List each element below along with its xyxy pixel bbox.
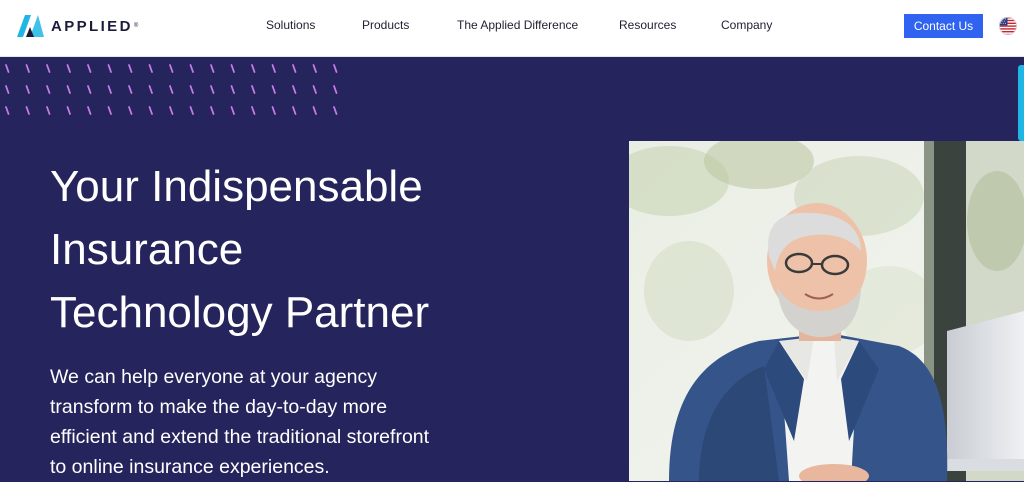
- brand-trademark: ®: [133, 23, 139, 29]
- pattern-dash: [87, 64, 92, 73]
- pattern-dash: [66, 85, 71, 94]
- pattern-dash: [292, 64, 297, 73]
- nav-company[interactable]: Company: [721, 18, 772, 32]
- pattern-dash: [148, 85, 153, 94]
- pattern-dash: [292, 106, 297, 115]
- pattern-dash: [312, 85, 317, 94]
- hero-description-line: We can help everyone at your agency: [50, 366, 378, 388]
- contact-us-button[interactable]: Contact Us: [904, 14, 983, 38]
- smiling-businessman-photo: [629, 141, 1024, 481]
- hero-title: Your Indispensable Insurance Technology …: [50, 155, 570, 344]
- pattern-dash: [87, 85, 92, 94]
- pattern-dash: [66, 64, 71, 73]
- pattern-dash: [46, 85, 51, 94]
- pattern-dash: [292, 85, 297, 94]
- pattern-dash: [271, 64, 276, 73]
- pattern-dash: [230, 64, 235, 73]
- pattern-dash: [251, 64, 256, 73]
- pattern-dash: [5, 64, 10, 73]
- pattern-dash: [46, 106, 51, 115]
- brand-name: APPLIED: [51, 17, 133, 35]
- hero-title-line: Your Indispensable: [50, 162, 423, 211]
- us-flag-icon[interactable]: [999, 17, 1017, 35]
- pattern-dash: [230, 85, 235, 94]
- pattern-dash: [5, 106, 10, 115]
- pattern-dash: [107, 85, 112, 94]
- applied-logo[interactable]: APPLIED ®: [17, 15, 138, 37]
- hero-section: Your Indispensable Insurance Technology …: [0, 57, 1024, 481]
- nav-solutions[interactable]: Solutions: [266, 18, 315, 32]
- pattern-dash: [210, 106, 215, 115]
- dash-pattern-decoration: [5, 64, 338, 115]
- pattern-dash: [5, 85, 10, 94]
- pattern-dash: [333, 106, 338, 115]
- hero-description-line: transform to make the day-to-day more: [50, 396, 388, 418]
- pattern-dash: [333, 64, 338, 73]
- pattern-dash: [25, 85, 30, 94]
- pattern-dash: [189, 85, 194, 94]
- pattern-dash: [169, 106, 174, 115]
- pattern-dash: [107, 106, 112, 115]
- pattern-dash: [148, 106, 153, 115]
- pattern-dash: [169, 85, 174, 94]
- nav-the-applied-difference[interactable]: The Applied Difference: [457, 18, 578, 32]
- applied-chevron-logo-icon: [17, 15, 44, 37]
- pattern-dash: [230, 106, 235, 115]
- hero-description: We can help everyone at your agency tran…: [50, 362, 470, 482]
- site-header: APPLIED ® Solutions Products The Applied …: [0, 0, 1024, 57]
- nav-resources[interactable]: Resources: [619, 18, 676, 32]
- hero-description-line: to online insurance experiences.: [50, 456, 330, 478]
- pattern-dash: [210, 64, 215, 73]
- hero-title-line: Insurance: [50, 225, 244, 274]
- pattern-dash: [271, 106, 276, 115]
- pattern-dash: [107, 64, 112, 73]
- pattern-dash: [87, 106, 92, 115]
- hero-description-line: efficient and extend the traditional sto…: [50, 426, 430, 448]
- pattern-dash: [128, 106, 133, 115]
- pattern-dash: [25, 64, 30, 73]
- accent-bar-decoration: [1018, 65, 1024, 141]
- pattern-dash: [128, 85, 133, 94]
- pattern-dash: [66, 106, 71, 115]
- pattern-dash: [210, 85, 215, 94]
- pattern-dash: [312, 64, 317, 73]
- pattern-dash: [128, 64, 133, 73]
- pattern-dash: [189, 64, 194, 73]
- pattern-dash: [271, 85, 276, 94]
- pattern-dash: [46, 64, 51, 73]
- pattern-dash: [189, 106, 194, 115]
- pattern-dash: [251, 85, 256, 94]
- pattern-dash: [169, 64, 174, 73]
- pattern-dash: [312, 106, 317, 115]
- pattern-dash: [25, 106, 30, 115]
- pattern-dash: [148, 64, 153, 73]
- pattern-dash: [251, 106, 256, 115]
- nav-products[interactable]: Products: [362, 18, 409, 32]
- hero-title-line: Technology Partner: [50, 288, 430, 337]
- pattern-dash: [333, 85, 338, 94]
